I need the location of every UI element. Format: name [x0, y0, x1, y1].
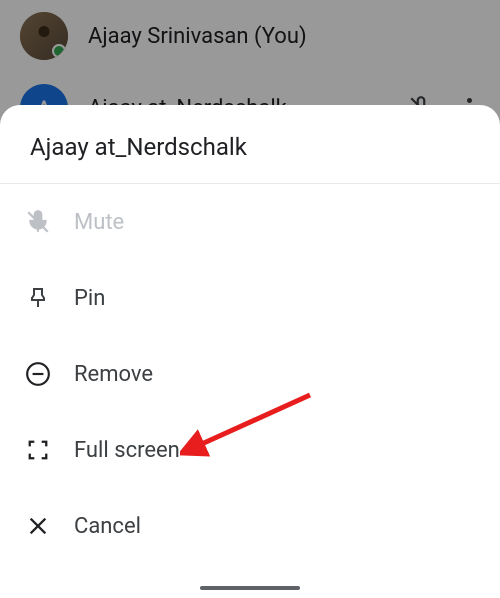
drag-handle[interactable] — [200, 586, 300, 590]
cancel-label: Cancel — [74, 514, 141, 539]
remove-option[interactable]: Remove — [0, 336, 500, 412]
cancel-icon — [24, 512, 52, 540]
fullscreen-icon — [24, 436, 52, 464]
remove-label: Remove — [74, 362, 153, 387]
fullscreen-label: Full screen — [74, 438, 180, 463]
mute-icon — [24, 208, 52, 236]
bottom-sheet: Ajaay at_Nerdschalk Mute Pin Remove — [0, 105, 500, 598]
remove-icon — [24, 360, 52, 388]
pin-option[interactable]: Pin — [0, 260, 500, 336]
mute-label: Mute — [74, 210, 124, 235]
fullscreen-option[interactable]: Full screen — [0, 412, 500, 488]
cancel-option[interactable]: Cancel — [0, 488, 500, 564]
pin-label: Pin — [74, 286, 105, 311]
pin-icon — [24, 284, 52, 312]
sheet-title: Ajaay at_Nerdschalk — [0, 105, 500, 184]
mute-option: Mute — [0, 184, 500, 260]
